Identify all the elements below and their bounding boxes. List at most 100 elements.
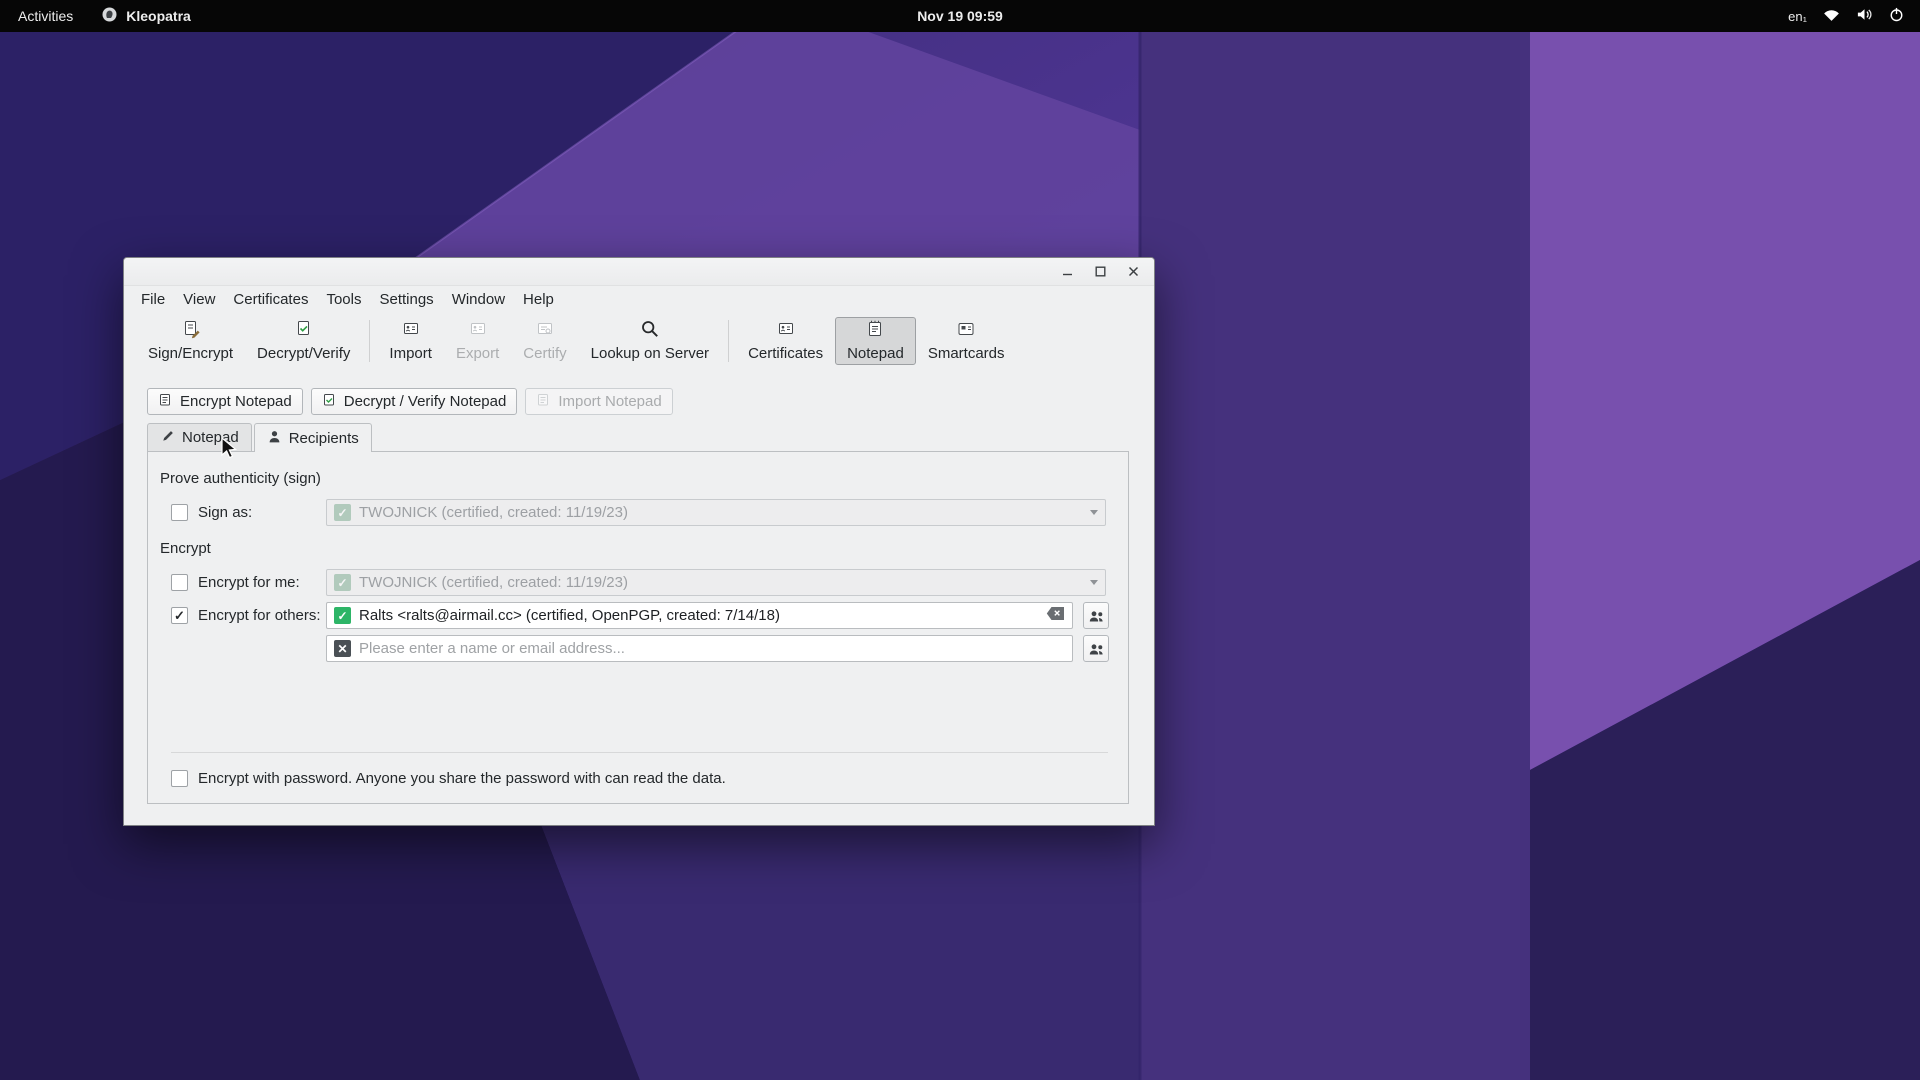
encrypt-for-others-row: Encrypt for others: ✓: [148, 602, 1128, 629]
clock[interactable]: Nov 19 09:59: [917, 8, 1003, 24]
menu-tools[interactable]: Tools: [317, 286, 370, 312]
toolbar-label: Smartcards: [928, 345, 1005, 362]
lookup-search-icon: [640, 319, 660, 343]
toolbar-separator: [369, 320, 370, 362]
toolbar-certificates[interactable]: Certificates: [736, 317, 835, 365]
sign-as-row: Sign as: ✓ TWOJNICK (certified, created:…: [148, 499, 1128, 526]
add-recipient-row: ✕: [148, 635, 1128, 662]
password-option-row: Encrypt with password. Anyone you share …: [171, 770, 726, 787]
menu-bar: File View Certificates Tools Settings Wi…: [124, 286, 1154, 312]
kleopatra-icon: [101, 6, 118, 26]
toolbar-lookup-on-server[interactable]: Lookup on Server: [579, 317, 721, 365]
recipient-input[interactable]: [359, 607, 1038, 624]
toolbar-label: Certify: [523, 345, 566, 362]
encrypt-for-me-row: Encrypt for me: ✓ TWOJNICK (certified, c…: [148, 569, 1128, 596]
toolbar-label: Import: [389, 345, 432, 362]
activities-button[interactable]: Activities: [14, 8, 77, 24]
toolbar-smartcards[interactable]: Smartcards: [916, 317, 1017, 365]
button-label: Import Notepad: [558, 393, 661, 410]
notepad-mini-icon: [158, 392, 173, 411]
gnome-top-bar: Activities Kleopatra Nov 19 09:59 en₁: [0, 0, 1920, 32]
focused-app-name: Kleopatra: [126, 8, 191, 24]
encrypt-section-title: Encrypt: [148, 540, 1128, 557]
no-certificate-icon: ✕: [334, 640, 351, 657]
pencil-icon: [160, 428, 175, 447]
chevron-down-icon: [1090, 510, 1098, 515]
kleopatra-window: File View Certificates Tools Settings Wi…: [123, 257, 1155, 826]
mouse-cursor: [220, 437, 242, 466]
maximize-button[interactable]: [1092, 264, 1108, 280]
tab-recipients[interactable]: Recipients: [254, 423, 372, 452]
encrypt-for-me-checkbox[interactable]: [171, 574, 188, 591]
notepad-mini-icon: [536, 392, 551, 411]
toolbar-decrypt-verify[interactable]: Decrypt/Verify: [245, 317, 362, 365]
toolbar-notepad[interactable]: Notepad: [835, 317, 916, 365]
menu-file[interactable]: File: [132, 286, 174, 312]
decrypt-verify-notepad-button[interactable]: Decrypt / Verify Notepad: [311, 388, 518, 415]
toolbar-label: Lookup on Server: [591, 345, 709, 362]
encrypt-for-others-checkbox[interactable]: [171, 607, 188, 624]
encrypt-for-others-label: Encrypt for others:: [198, 607, 321, 624]
import-icon: [401, 319, 421, 343]
notepad-action-buttons: Encrypt Notepad Decrypt / Verify Notepad…: [147, 388, 1154, 415]
decrypt-verify-icon: [294, 319, 314, 343]
menu-settings[interactable]: Settings: [370, 286, 442, 312]
toolbar-export: Export: [444, 317, 511, 365]
wifi-icon[interactable]: [1823, 8, 1840, 25]
encrypt-for-me-label: Encrypt for me:: [198, 574, 300, 591]
tab-label: Recipients: [289, 430, 359, 447]
encrypt-for-me-combobox: ✓ TWOJNICK (certified, created: 11/19/23…: [326, 569, 1106, 596]
import-notepad-button: Import Notepad: [525, 388, 672, 415]
system-status-area[interactable]: en₁: [1788, 7, 1920, 25]
toolbar-sign-encrypt[interactable]: Sign/Encrypt: [136, 317, 245, 365]
panel-separator: [171, 752, 1108, 753]
certificate-valid-icon: ✓: [334, 574, 351, 591]
power-icon[interactable]: [1889, 7, 1904, 25]
window-titlebar[interactable]: [124, 258, 1154, 286]
close-button[interactable]: [1125, 264, 1141, 280]
smartcards-icon: [956, 319, 976, 343]
main-toolbar: Sign/Encrypt Decrypt/Verify Import Expor…: [124, 312, 1154, 369]
certify-icon: [535, 319, 555, 343]
add-recipient-field[interactable]: ✕: [326, 635, 1073, 662]
menu-certificates[interactable]: Certificates: [224, 286, 317, 312]
select-certificate-button[interactable]: [1083, 602, 1109, 629]
select-certificate-button[interactable]: [1083, 635, 1109, 662]
notepad-tab-bar: Notepad Recipients: [147, 423, 1154, 451]
menu-window[interactable]: Window: [443, 286, 514, 312]
sign-section-title: Prove authenticity (sign): [148, 470, 1128, 487]
toolbar-label: Export: [456, 345, 499, 362]
certificate-valid-icon: ✓: [334, 504, 351, 521]
encrypt-for-me-labelwrap: Encrypt for me:: [171, 574, 326, 591]
sign-as-label: Sign as:: [198, 504, 252, 521]
toolbar-label: Sign/Encrypt: [148, 345, 233, 362]
encrypt-for-me-value: TWOJNICK (certified, created: 11/19/23): [359, 574, 628, 591]
toolbar-label: Notepad: [847, 345, 904, 362]
minimize-button[interactable]: [1059, 264, 1075, 280]
certificates-icon: [776, 319, 796, 343]
button-label: Decrypt / Verify Notepad: [344, 393, 507, 410]
volume-icon[interactable]: [1856, 7, 1873, 25]
person-icon: [267, 429, 282, 448]
toolbar-certify: Certify: [511, 317, 578, 365]
chevron-down-icon: [1090, 580, 1098, 585]
sign-as-checkbox[interactable]: [171, 504, 188, 521]
encrypt-with-password-checkbox[interactable]: [171, 770, 188, 787]
keyboard-layout-indicator[interactable]: en₁: [1788, 9, 1807, 24]
toolbar-import[interactable]: Import: [377, 317, 444, 365]
sign-encrypt-icon: [181, 319, 201, 343]
menu-help[interactable]: Help: [514, 286, 563, 312]
toolbar-label: Certificates: [748, 345, 823, 362]
encrypt-notepad-button[interactable]: Encrypt Notepad: [147, 388, 303, 415]
menu-view[interactable]: View: [174, 286, 224, 312]
recipient-field[interactable]: ✓: [326, 602, 1073, 629]
toolbar-label: Decrypt/Verify: [257, 345, 350, 362]
notepad-mini-icon: [322, 392, 337, 411]
sign-as-combobox: ✓ TWOJNICK (certified, created: 11/19/23…: [326, 499, 1106, 526]
encrypt-for-others-labelwrap: Encrypt for others:: [171, 607, 326, 624]
clear-input-icon[interactable]: [1046, 606, 1065, 626]
add-recipient-input[interactable]: [359, 640, 1065, 657]
notepad-icon: [865, 319, 885, 343]
certificate-valid-icon: ✓: [334, 607, 351, 624]
focused-app-indicator[interactable]: Kleopatra: [101, 6, 191, 26]
